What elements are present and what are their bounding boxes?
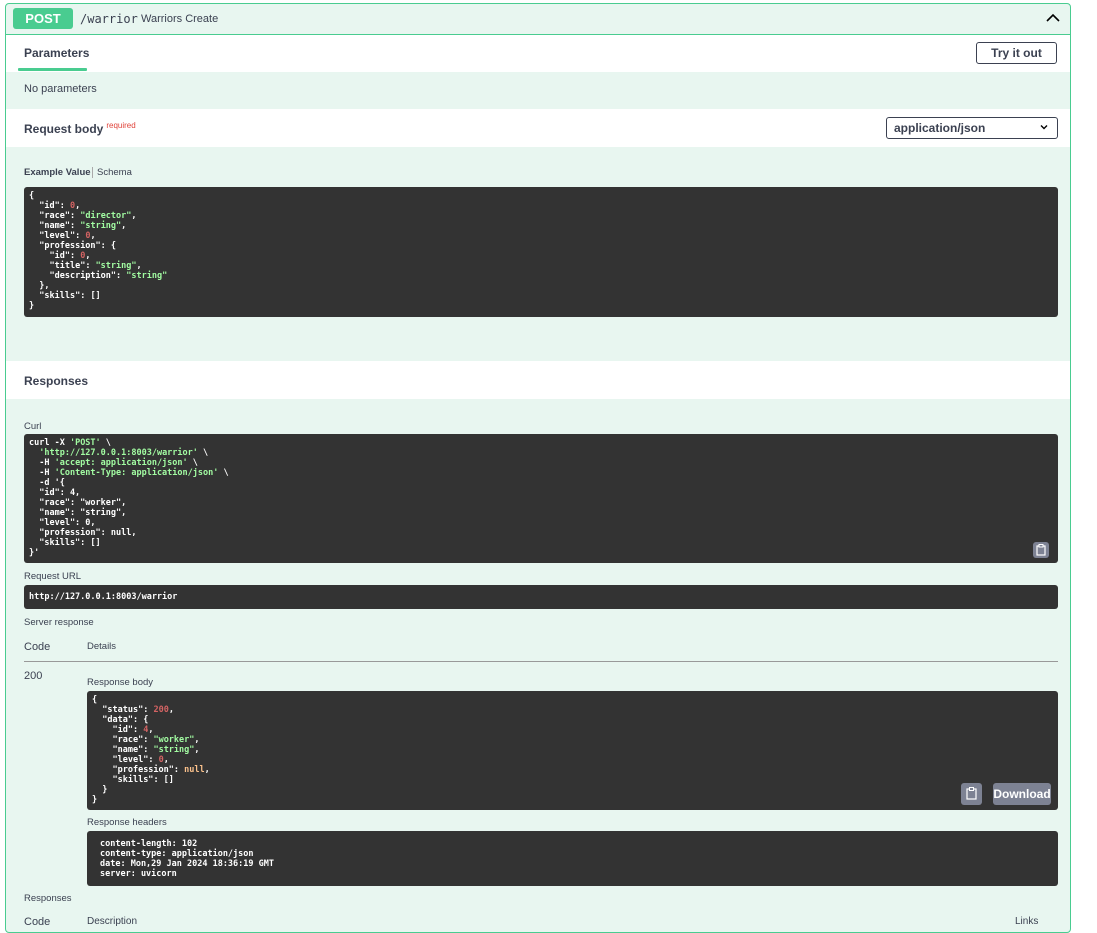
clipboard-icon: [966, 787, 977, 800]
tab-active-indicator: [18, 68, 87, 71]
curl-line: curl -X 'POST' \: [29, 438, 111, 448]
copy-curl-button[interactable]: [1033, 542, 1049, 558]
curl-line: 'http://127.0.0.1:8003/warrior' \: [39, 448, 209, 458]
parameters-header: [6, 35, 1070, 72]
schema-tab[interactable]: Schema: [97, 167, 132, 178]
responses-bottom-title: Responses: [24, 893, 72, 904]
operation-description: Warriors Create: [141, 13, 219, 25]
operation-path: /warrior: [80, 12, 138, 26]
chevron-up-icon[interactable]: [1046, 11, 1060, 25]
curl-line: "id": 4,: [29, 488, 81, 498]
responses-header: [6, 361, 1070, 399]
response-body-label: Response body: [87, 677, 154, 688]
responses-title: Responses: [24, 374, 89, 388]
details-column-header: Details: [87, 641, 117, 652]
curl-line: -H 'Content-Type: application/json' \: [29, 468, 229, 478]
method-badge: POST: [13, 8, 73, 29]
response-header-line: content-length: 102: [100, 839, 198, 849]
clipboard-icon: [1036, 544, 1046, 556]
response-header-line: content-type: application/json: [100, 849, 254, 859]
response-headers-label: Response headers: [87, 817, 167, 828]
code-column-header: Code: [24, 641, 51, 653]
example-value-tab[interactable]: Example Value: [24, 167, 91, 178]
operation-block: POST /warrior Warriors Create Parameters…: [5, 3, 1071, 933]
curl-line: "level": 0,: [29, 518, 96, 528]
no-parameters-text: No parameters: [24, 83, 97, 95]
content-type-select[interactable]: application/json: [886, 117, 1058, 139]
curl-line: -d '{: [29, 478, 65, 488]
chevron-down-icon: [1040, 125, 1048, 130]
response-body-code: { "status": 200, "data": { "id": 4, "rac…: [87, 691, 1058, 810]
curl-line: "skills": []: [29, 538, 101, 548]
response-header-line: server: uvicorn: [100, 869, 177, 879]
request-body-title: Request body required: [24, 121, 136, 136]
response-headers-code: content-length: 102 content-type: applica…: [87, 831, 1058, 886]
content-type-value: application/json: [894, 121, 986, 135]
response-code: 200: [24, 670, 43, 682]
responses-code-header: Code: [24, 916, 51, 928]
required-label: required: [106, 121, 136, 130]
tab-parameters[interactable]: Parameters: [24, 46, 89, 60]
curl-line: -H 'accept: application/json' \: [29, 458, 198, 468]
try-it-out-button[interactable]: Try it out: [976, 42, 1057, 64]
curl-line: "name": "string",: [29, 508, 127, 518]
example-value-code: { "id": 0, "race": "director", "name": "…: [24, 187, 1058, 317]
response-header-line: date: Mon,29 Jan 2024 18:36:19 GMT: [100, 859, 274, 869]
copy-response-button[interactable]: [961, 783, 982, 805]
request-url-label: Request URL: [24, 571, 82, 582]
curl-line: "race": "worker",: [29, 498, 127, 508]
request-body-title-text: Request body: [24, 122, 104, 136]
curl-code: curl -X 'POST' \ 'http://127.0.0.1:8003/…: [24, 434, 1058, 563]
operation-summary[interactable]: POST /warrior Warriors Create: [6, 4, 1070, 35]
curl-label: Curl: [24, 421, 42, 432]
tab-divider: [92, 167, 93, 178]
curl-line: }': [29, 548, 40, 558]
curl-line: "profession": null,: [29, 528, 137, 538]
server-response-label: Server response: [24, 617, 94, 628]
download-button[interactable]: Download: [993, 783, 1051, 805]
response-table-divider: [24, 661, 1058, 662]
request-url-value: http://127.0.0.1:8003/warrior: [29, 592, 178, 602]
request-url-box: http://127.0.0.1:8003/warrior: [24, 585, 1058, 609]
